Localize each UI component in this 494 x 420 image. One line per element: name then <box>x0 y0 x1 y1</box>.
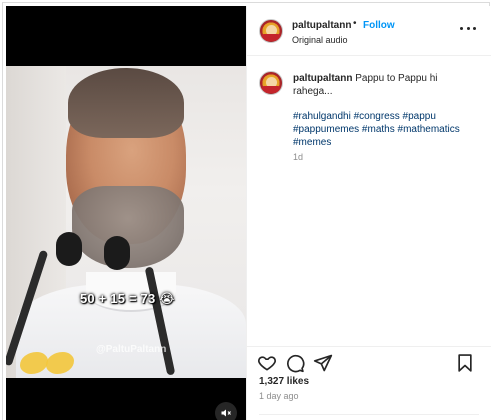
caption-avatar[interactable] <box>259 71 283 95</box>
post-caption: paltupaltann Pappu to Pappu hi rahega... <box>293 72 479 98</box>
action-bar <box>247 346 491 376</box>
avatar[interactable] <box>259 19 283 43</box>
video-watermark: @PaltuPaltann <box>96 344 167 355</box>
heart-icon[interactable] <box>257 353 277 373</box>
comment-area[interactable] <box>259 414 479 420</box>
caption-username[interactable]: paltupaltann <box>293 73 352 84</box>
video-player[interactable]: 50 + 15 = 73 😭 @PaltuPaltann <box>6 6 246 420</box>
comment-icon[interactable] <box>285 353 305 373</box>
follow-button[interactable]: Follow <box>363 20 395 31</box>
microphone-right <box>104 236 130 270</box>
muted-speaker-icon <box>221 409 231 417</box>
video-overlay-caption: 50 + 15 = 73 😭 <box>80 291 175 306</box>
video-person-hair <box>68 68 184 138</box>
post-date: 1 day ago <box>259 391 299 401</box>
post-header: paltupaltann • Follow Original audio <box>247 6 491 56</box>
post-modal: 50 + 15 = 73 😭 @PaltuPaltann paltupaltan… <box>0 0 494 420</box>
username-link[interactable]: paltupaltann <box>292 20 351 31</box>
caption-timestamp: 1d <box>293 152 304 162</box>
mute-button[interactable] <box>215 402 237 420</box>
separator-dot: • <box>353 18 357 29</box>
bookmark-icon[interactable] <box>455 353 475 373</box>
post-details-panel: paltupaltann • Follow Original audio pal… <box>246 6 491 420</box>
likes-count[interactable]: 1,327 likes <box>259 376 309 387</box>
audio-link[interactable]: Original audio <box>292 35 348 45</box>
more-options-icon[interactable] <box>460 24 476 32</box>
butterfly-graphic <box>20 350 80 376</box>
video-frame[interactable] <box>6 66 246 378</box>
share-icon[interactable] <box>313 353 333 373</box>
hashtags[interactable]: #rahulgandhi #congress #pappu #pappumeme… <box>293 110 479 149</box>
microphone-left <box>56 232 82 266</box>
